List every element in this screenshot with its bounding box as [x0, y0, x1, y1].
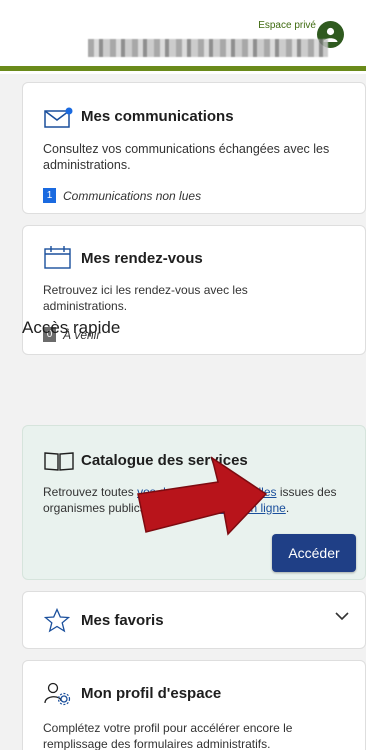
calendar-icon — [44, 246, 71, 269]
rdv-desc: Retrouvez ici les rendez-vous avec les a… — [43, 283, 248, 313]
unread-label: Communications non lues — [63, 188, 202, 203]
acceder-button[interactable]: Accéder — [272, 534, 356, 572]
communications-desc: Consultez vos communications échangées a… — [43, 142, 330, 172]
chevron-down-icon[interactable] — [335, 612, 349, 621]
profil-desc: Complétez votre profil pour accélérer en… — [43, 721, 293, 750]
espace-prive-label[interactable]: Espace privé — [258, 20, 316, 31]
quick-access-title: Accès rapide — [22, 318, 121, 337]
profil-title: Mon profil d'espace — [81, 685, 222, 702]
catalog-desc-text-1: Retrouvez toutes — [43, 485, 138, 499]
redacted-username — [88, 39, 328, 57]
star-icon — [44, 608, 70, 633]
favoris-title: Mes favoris — [81, 612, 164, 629]
unread-count-badge: 1 — [43, 188, 56, 203]
catalog-desc-text-3: . — [285, 501, 290, 515]
book-icon — [44, 452, 74, 471]
red-arrow-annotation — [137, 456, 268, 536]
app-header: Espace privé — [0, 0, 366, 74]
profil-card[interactable]: Mon profil d'espace Complétez votre prof… — [22, 660, 366, 750]
communications-count-row[interactable]: 1 Communications non lues — [43, 188, 201, 203]
profile-settings-icon — [44, 682, 71, 706]
communications-card[interactable]: Mes communications Consultez vos communi… — [22, 82, 366, 214]
favoris-card[interactable]: Mes favoris — [22, 591, 366, 649]
header-accent-bar — [0, 66, 366, 71]
communications-title: Mes communications — [81, 108, 234, 125]
rdv-title: Mes rendez-vous — [81, 250, 203, 267]
envelope-icon — [44, 107, 73, 128]
